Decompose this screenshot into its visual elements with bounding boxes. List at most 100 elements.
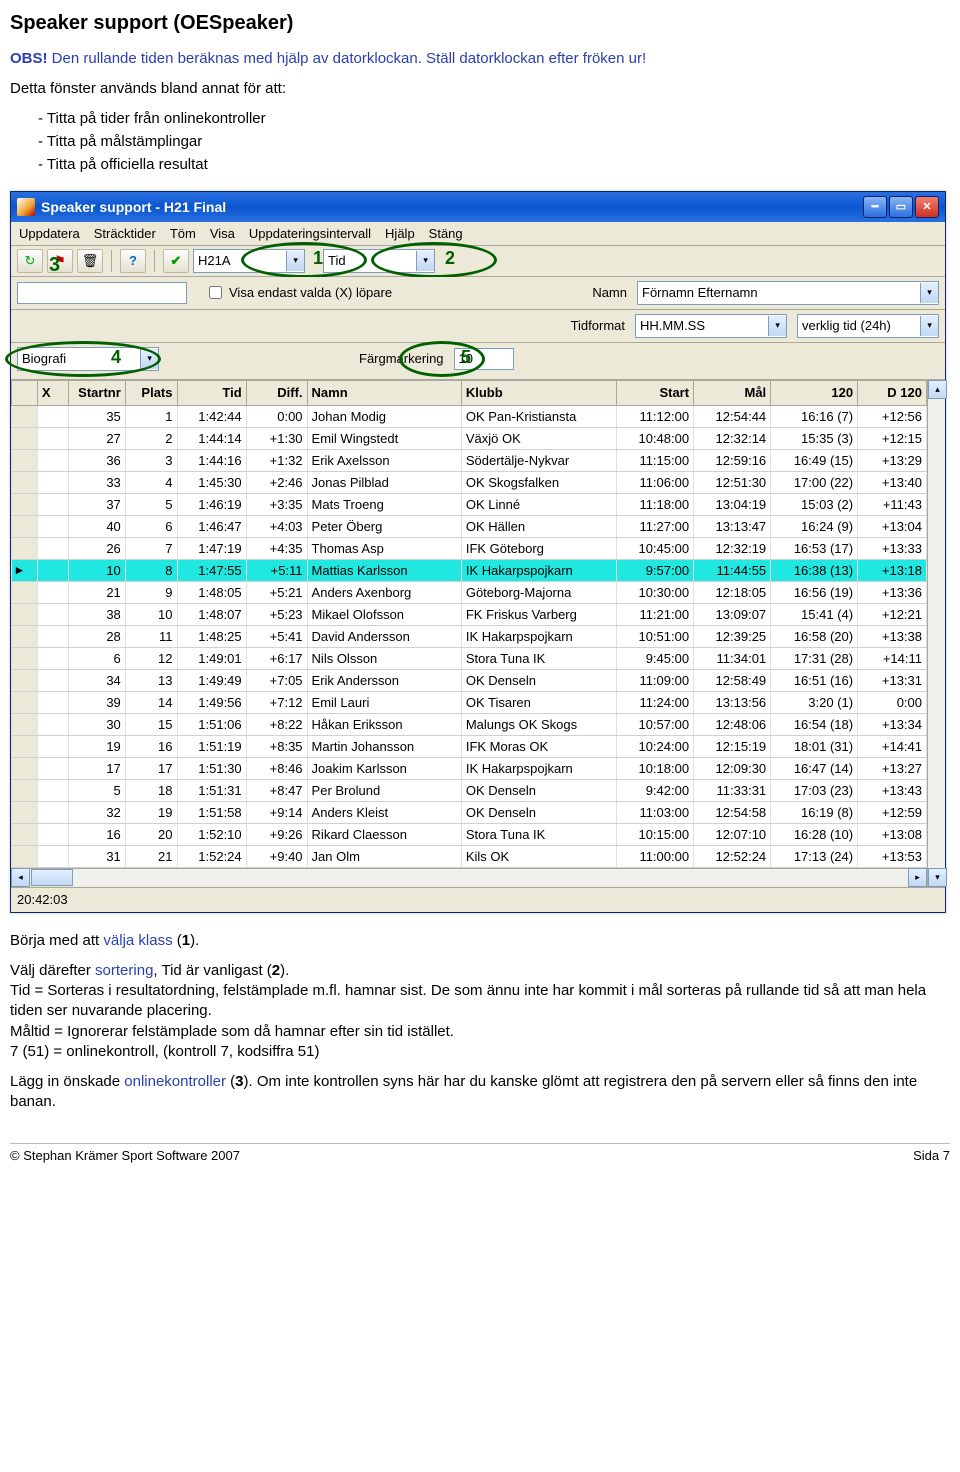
chevron-down-icon[interactable]: ▾: [920, 283, 938, 303]
flag-icon[interactable]: ⚑: [47, 249, 73, 273]
row-indicator: [12, 537, 38, 559]
chevron-down-icon[interactable]: ▾: [768, 316, 786, 336]
row-indicator: [12, 845, 38, 867]
col-startnr[interactable]: Startnr: [69, 380, 125, 405]
time-format-combo[interactable]: HH.MM.SS▾: [635, 314, 787, 338]
table-row[interactable]: 39141:49:56+7:12Emil LauriOK Tisaren11:2…: [12, 691, 927, 713]
window-title: Speaker support - H21 Final: [41, 199, 226, 215]
row-indicator: [12, 713, 38, 735]
table-row[interactable]: 30151:51:06+8:22Håkan ErikssonMalungs OK…: [12, 713, 927, 735]
table-row[interactable]: 17171:51:30+8:46Joakim KarlssonIK Hakarp…: [12, 757, 927, 779]
row-indicator: [12, 427, 38, 449]
menu-uppdatera[interactable]: Uppdatera: [19, 226, 80, 241]
table-row[interactable]: 2721:44:14+1:30Emil WingstedtVäxjö OK10:…: [12, 427, 927, 449]
para2: Detta fönster används bland annat för at…: [10, 79, 950, 99]
tidformat-row: Tidformat HH.MM.SS▾ verklig tid (24h)▾: [11, 310, 945, 343]
table-row[interactable]: 16201:52:10+9:26Rikard ClaessonStora Tun…: [12, 823, 927, 845]
window-titlebar[interactable]: Speaker support - H21 Final ━ ▭ ✕: [11, 192, 945, 222]
instr-1: Börja med att välja klass (1).: [10, 931, 950, 951]
app-icon: [17, 198, 35, 216]
help-icon[interactable]: ?: [120, 249, 146, 273]
instr-2: Välj därefter sortering, Tid är vanligas…: [10, 961, 950, 1062]
table-row[interactable]: 4061:46:47+4:03Peter ÖbergOK Hällen11:27…: [12, 515, 927, 537]
status-bar: 20:42:03: [11, 887, 945, 912]
row-indicator: [12, 779, 38, 801]
col-d120[interactable]: D 120: [858, 380, 927, 405]
rowheader-col: [12, 380, 38, 405]
horizontal-scrollbar[interactable]: ◂ ▸: [11, 868, 927, 887]
vertical-scrollbar[interactable]: ▴ ▾: [927, 380, 945, 887]
table-row[interactable]: 28111:48:25+5:41David AnderssonIK Hakarp…: [12, 625, 927, 647]
row-indicator: [12, 669, 38, 691]
row-indicator: [12, 603, 38, 625]
row-indicator: [12, 493, 38, 515]
row-indicator: ▸: [12, 559, 38, 581]
table-row[interactable]: ▸1081:47:55+5:11Mattias KarlssonIK Hakar…: [12, 559, 927, 581]
table-row[interactable]: 2191:48:05+5:21Anders AxenborgGöteborg-M…: [12, 581, 927, 603]
intro: OBS! Den rullande tiden beräknas med hjä…: [10, 49, 950, 69]
table-row[interactable]: 5181:51:31+8:47Per BrolundOK Denseln9:42…: [12, 779, 927, 801]
scroll-up-icon[interactable]: ▴: [928, 380, 947, 399]
toolbar-row3: Biografi▾ Färgmarkering 4 5: [11, 343, 945, 380]
time-mode-combo[interactable]: verklig tid (24h)▾: [797, 314, 939, 338]
row-indicator: [12, 449, 38, 471]
scroll-right-icon[interactable]: ▸: [908, 868, 927, 887]
page-footer: © Stephan Krämer Sport Software 2007Sida…: [10, 1143, 950, 1163]
menu-visa[interactable]: Visa: [210, 226, 235, 241]
trash-icon[interactable]: 🗑: [77, 249, 103, 273]
col-120[interactable]: 120: [771, 380, 858, 405]
table-row[interactable]: 32191:51:58+9:14Anders KleistOK Denseln1…: [12, 801, 927, 823]
table-row[interactable]: 2671:47:19+4:35Thomas AspIFK Göteborg10:…: [12, 537, 927, 559]
results-table[interactable]: X Startnr Plats Tid Diff. Namn Klubb Sta…: [11, 380, 927, 868]
col-klubb[interactable]: Klubb: [461, 380, 616, 405]
show-selected-checkbox[interactable]: Visa endast valda (X) löpare: [205, 283, 392, 302]
row-indicator: [12, 801, 38, 823]
name-format-combo[interactable]: Förnamn Efternamn▾: [637, 281, 939, 305]
row-indicator: [12, 735, 38, 757]
col-tid[interactable]: Tid: [177, 380, 246, 405]
bullet-list: Titta på tider från onlinekontroller Tit…: [38, 110, 950, 173]
instr-4: Lägg in önskade onlinekontroller (3). Om…: [10, 1072, 950, 1113]
scroll-down-icon[interactable]: ▾: [928, 868, 947, 887]
col-namn[interactable]: Namn: [307, 380, 461, 405]
chevron-down-icon[interactable]: ▾: [920, 316, 938, 336]
table-row[interactable]: 3751:46:19+3:35Mats TroengOK Linné11:18:…: [12, 493, 927, 515]
filter-input[interactable]: [17, 282, 187, 304]
table-row[interactable]: 6121:49:01+6:17Nils OlssonStora Tuna IK9…: [12, 647, 927, 669]
row-indicator: [12, 471, 38, 493]
row-indicator: [12, 625, 38, 647]
menubar: Uppdatera Sträcktider Töm Visa Uppdateri…: [11, 222, 945, 246]
table-row[interactable]: 3341:45:30+2:46Jonas PilbladOK Skogsfalk…: [12, 471, 927, 493]
page-title: Speaker support (OESpeaker): [10, 12, 950, 35]
col-start[interactable]: Start: [617, 380, 694, 405]
menu-stracktider[interactable]: Sträcktider: [94, 226, 156, 241]
table-row[interactable]: 31211:52:24+9:40Jan OlmKils OK11:00:0012…: [12, 845, 927, 867]
table-row[interactable]: 3511:42:440:00Johan ModigOK Pan-Kristian…: [12, 405, 927, 427]
table-row[interactable]: 38101:48:07+5:23Mikael OlofssonFK Frisku…: [12, 603, 927, 625]
minimize-button[interactable]: ━: [863, 196, 887, 218]
refresh-icon[interactable]: ↻: [17, 249, 43, 273]
check-icon[interactable]: ✔: [163, 249, 189, 273]
scroll-left-icon[interactable]: ◂: [11, 868, 30, 887]
menu-hjalp[interactable]: Hjälp: [385, 226, 415, 241]
menu-stang[interactable]: Stäng: [429, 226, 463, 241]
col-diff[interactable]: Diff.: [246, 380, 307, 405]
maximize-button[interactable]: ▭: [889, 196, 913, 218]
col-mal[interactable]: Mål: [694, 380, 771, 405]
row-indicator: [12, 823, 38, 845]
table-row[interactable]: 19161:51:19+8:35Martin JohanssonIFK Mora…: [12, 735, 927, 757]
table-row[interactable]: 3631:44:16+1:32Erik AxelssonSödertälje-N…: [12, 449, 927, 471]
table-row[interactable]: 34131:49:49+7:05Erik AnderssonOK Denseln…: [12, 669, 927, 691]
speaker-window: Speaker support - H21 Final ━ ▭ ✕ Uppdat…: [10, 191, 946, 913]
filter-row: Visa endast valda (X) löpare Namn Förnam…: [11, 277, 945, 310]
row-indicator: [12, 405, 38, 427]
row-indicator: [12, 757, 38, 779]
col-x[interactable]: X: [37, 380, 68, 405]
toolbar: ↻ ⚑ 🗑 ? ✔ H21A▾ Tid▾ 1 2 3: [11, 246, 945, 277]
menu-tom[interactable]: Töm: [170, 226, 196, 241]
row-indicator: [12, 647, 38, 669]
close-button[interactable]: ✕: [915, 196, 939, 218]
col-plats[interactable]: Plats: [125, 380, 177, 405]
scroll-thumb[interactable]: [31, 869, 73, 886]
menu-uppdateringsintervall[interactable]: Uppdateringsintervall: [249, 226, 371, 241]
